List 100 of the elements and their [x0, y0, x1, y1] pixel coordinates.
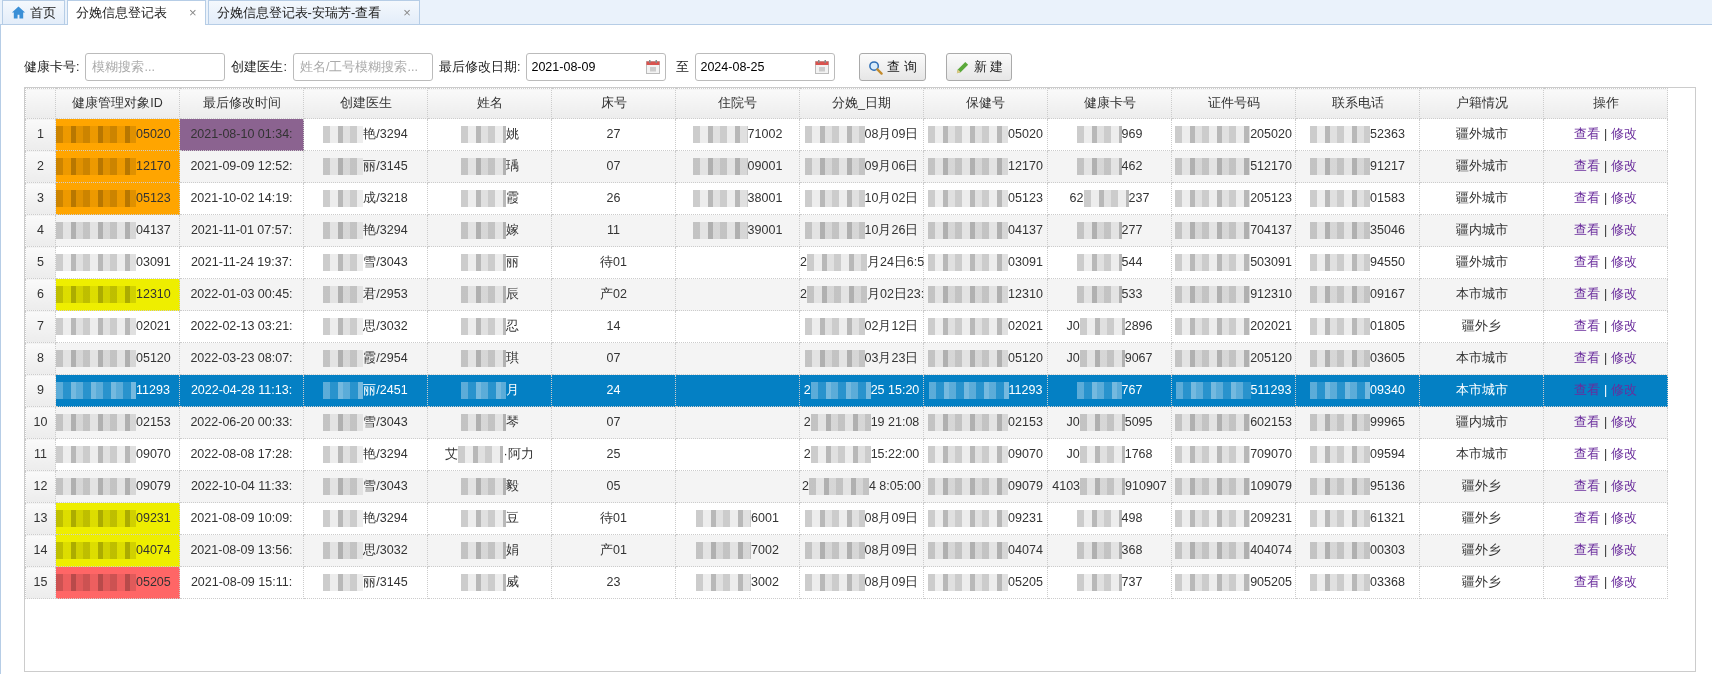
action-link[interactable]: 查看 — [1573, 511, 1600, 526]
search-button[interactable]: 查 询 — [859, 53, 926, 81]
cell-text: 待01 — [600, 255, 627, 270]
cell-text: 511293 — [1250, 383, 1292, 398]
column-header: 创建医生 — [303, 88, 428, 119]
table-row[interactable]: 10 02153 2022-06-20 00:33: 雪/3043 琴 07 2 19 21:08 02153 J0 5095 602153 99965 疆内城市 查看 | 修改 — [25, 406, 1668, 439]
date-field[interactable]: 2021-08-09 — [526, 53, 667, 81]
cell-text: 思/3032 — [363, 319, 408, 334]
action-link[interactable]: 修改 — [1611, 479, 1638, 494]
table-row[interactable]: 11 09070 2022-08-08 17:28: 艳/3294 艾 ·阿力 25 2 15:22:00 09070 J0 1768 709070 09594 本市城市 查看 | 修改 — [25, 438, 1668, 471]
home-icon — [11, 5, 26, 20]
action-link[interactable]: 查看 — [1573, 159, 1600, 174]
cell-text: 疆外城市 — [1455, 255, 1508, 270]
action-link[interactable]: 修改 — [1611, 191, 1638, 206]
cell-text: 99965 — [1370, 415, 1405, 430]
pencil-icon — [954, 59, 970, 75]
cell-text: 02153 — [136, 415, 171, 430]
cell-text: 疆外城市 — [1455, 127, 1508, 142]
table-row[interactable]: 2 12170 2021-09-09 12:52: 丽/3145 瑀 07 09001 09月06日 12170 462 512170 91217 疆外城市 查看 | 修改 — [25, 150, 1668, 183]
action-link[interactable]: 修改 — [1611, 351, 1638, 366]
cell-text: 07 — [606, 415, 621, 430]
table-row[interactable]: 5 03091 2021-11-24 19:37: 雪/3043 丽 待01 2 月24日6:5 03091 544 503091 94550 疆外城市 查看 | 修改 — [25, 246, 1668, 279]
action-link[interactable]: 查看 — [1573, 543, 1600, 558]
cell-text: 4 8:05:00 — [868, 479, 922, 494]
cell-text: 04137 — [1008, 223, 1043, 238]
action-link[interactable]: 查看 — [1573, 127, 1600, 142]
action-link[interactable]: 查看 — [1573, 319, 1600, 334]
action-link[interactable]: 修改 — [1611, 543, 1638, 558]
action-link[interactable]: 查看 — [1573, 447, 1600, 462]
action-link[interactable]: 修改 — [1611, 159, 1638, 174]
tab-label: 首页 — [30, 3, 56, 22]
table-row[interactable]: 7 02021 2022-02-13 03:21: 思/3032 忍 14 02月12日 02021 J0 2896 202021 01805 疆外乡 查看 | 修改 — [25, 310, 1668, 343]
action-link[interactable]: 查看 — [1573, 479, 1600, 494]
cell-text: 疆外乡 — [1462, 479, 1501, 494]
action-link[interactable]: 修改 — [1611, 255, 1638, 270]
cell-text: 368 — [1121, 543, 1143, 558]
tab[interactable]: 首页 — [2, 0, 65, 24]
cell-text: 24 — [606, 383, 621, 398]
action-link[interactable]: 查看 — [1573, 223, 1600, 238]
tab[interactable]: 分娩信息登记表-安瑞芳-查看 × — [207, 0, 420, 24]
action-link[interactable]: 修改 — [1611, 127, 1638, 142]
table-row[interactable]: 15 05205 2021-08-09 15:11: 丽/3145 威 23 3002 08月09日 05205 737 905205 03368 疆外乡 查看 | 修改 — [25, 566, 1668, 599]
search-field[interactable]: 模糊搜索... — [85, 53, 226, 81]
column-header: 最后修改时间 — [179, 88, 304, 119]
cell-text: J0 — [1066, 319, 1080, 334]
cell-text: 27 — [606, 127, 621, 142]
action-link[interactable]: 修改 — [1611, 415, 1638, 430]
calendar-icon — [645, 59, 662, 75]
cell-text: 91217 — [1370, 159, 1405, 174]
action-link[interactable]: 查看 — [1573, 415, 1600, 430]
search-field[interactable]: 姓名/工号模糊搜索... — [292, 53, 433, 81]
cell-text: 03091 — [136, 255, 171, 270]
cell-text: 404074 — [1250, 543, 1292, 558]
table-row[interactable]: 3 05123 2021-10-02 14:19: 成/3218 霞 26 38001 10月02日 05123 62 237 205123 01583 疆外城市 查看 | 修改 — [25, 182, 1668, 215]
action-link[interactable]: 修改 — [1611, 319, 1638, 334]
cell-text: 35046 — [1370, 223, 1405, 238]
table-row[interactable]: 4 04137 2021-11-01 07:57: 艳/3294 嫁 11 39001 10月26日 04137 277 704137 35046 疆内城市 查看 | 修改 — [25, 214, 1668, 247]
date-field[interactable]: 2024-08-25 — [695, 53, 836, 81]
separator: | — [1603, 351, 1608, 366]
cell-text: 737 — [1121, 575, 1143, 590]
cell-text: 03091 — [1008, 255, 1043, 270]
cell-text: 912310 — [1250, 287, 1292, 302]
action-link[interactable]: 修改 — [1611, 287, 1638, 302]
cell-text: 09079 — [1008, 479, 1043, 494]
table-row[interactable]: 1 05020 2021-08-10 01:34: 艳/3294 姚 27 71002 08月09日 05020 969 205020 52363 疆外城市 查看 | 修改 — [25, 118, 1668, 151]
cell-text: 03月23日 — [864, 351, 919, 366]
action-link[interactable]: 查看 — [1573, 287, 1600, 302]
table-row[interactable]: 6 12310 2022-01-03 00:45: 君/2953 辰 产02 2 月02日23: 12310 533 912310 09167 本市城市 查看 | 修改 — [25, 278, 1668, 311]
table-row[interactable]: 14 04074 2021-08-09 13:56: 思/3032 娟 产01 7002 08月09日 04074 368 404074 00303 疆外乡 查看 | 修改 — [25, 534, 1668, 567]
cell-text: 209231 — [1250, 511, 1292, 526]
cell-text: 09231 — [1008, 511, 1043, 526]
cell-text: 08月09日 — [864, 127, 919, 142]
close-icon[interactable]: × — [189, 3, 197, 23]
action-link[interactable]: 查看 — [1573, 351, 1600, 366]
cell-text: 艳/3294 — [363, 223, 408, 238]
cell-text: 2 — [803, 383, 811, 398]
action-link[interactable]: 修改 — [1611, 575, 1638, 590]
action-link[interactable]: 查看 — [1573, 255, 1600, 270]
cell-text: 11 — [607, 223, 620, 238]
action-link[interactable]: 修改 — [1611, 223, 1638, 238]
action-link[interactable]: 查看 — [1573, 575, 1600, 590]
cell-text: 忍 — [505, 319, 519, 334]
cell-text: 05 — [606, 479, 621, 494]
action-link[interactable]: 修改 — [1611, 511, 1638, 526]
tab[interactable]: 分娩信息登记表 × — [67, 0, 206, 25]
table-row[interactable]: 13 09231 2021-08-09 10:09: 艳/3294 豆 待01 6001 08月09日 09231 498 209231 61321 疆外乡 查看 | 修改 — [25, 502, 1668, 535]
action-link[interactable]: 查看 — [1573, 191, 1600, 206]
cell-text: 03368 — [1370, 575, 1405, 590]
cell-text: 辰 — [505, 287, 519, 302]
cell-text: 04137 — [136, 223, 171, 238]
cell-text: 12310 — [136, 287, 171, 302]
table-row[interactable]: 12 09079 2022-10-04 11:33: 雪/3043 毅 05 2 4 8:05:00 09079 4103 910907 109079 95136 疆外乡 查看 | 修改 — [25, 470, 1668, 503]
cell-text: 09070 — [136, 447, 171, 462]
cell-text: 2021-08-09 13:56: — [190, 543, 293, 558]
cell-text: 疆外乡 — [1462, 575, 1501, 590]
table-row[interactable]: 8 05120 2022-03-23 08:07: 霞/2954 琪 07 03月23日 05120 J0 9067 205120 03605 本市城市 查看 | 修改 — [25, 342, 1668, 375]
new-button[interactable]: 新 建 — [945, 53, 1013, 81]
column-header: 姓名 — [427, 88, 552, 119]
action-link[interactable]: 修改 — [1611, 447, 1638, 462]
cell-text: 疆内城市 — [1455, 415, 1508, 430]
